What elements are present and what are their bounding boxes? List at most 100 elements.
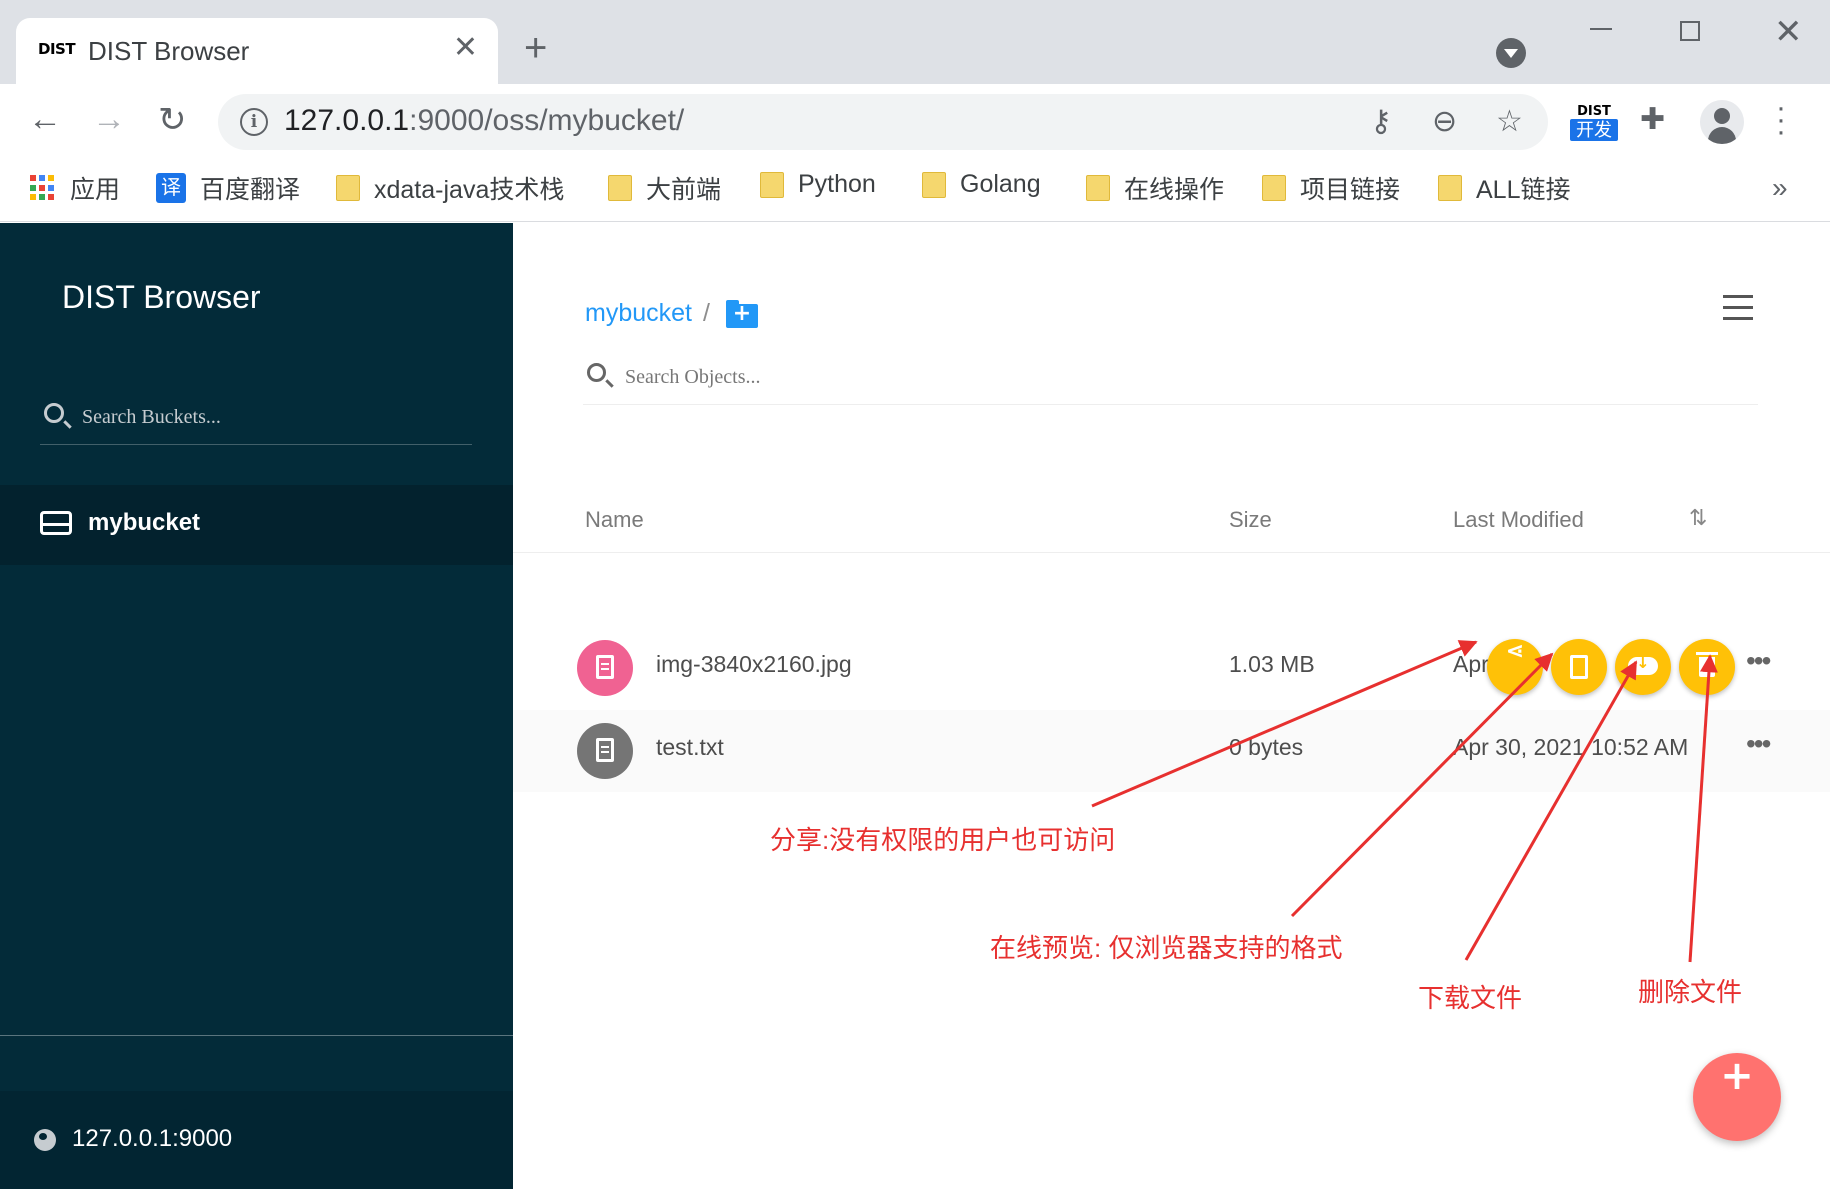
bucket-search-input[interactable] (80, 401, 460, 433)
bookmark-folder[interactable]: 大前端 (608, 170, 721, 206)
zoom-out-icon[interactable]: ⊖ (1432, 104, 1457, 139)
sidebar-item-label: mybucket (88, 509, 201, 536)
browser-toolbar: ← → ↻ i 127.0.0.1:9000/oss/mybucket/ ⚷ ⊖… (0, 84, 1830, 160)
browser-menu-icon[interactable]: · · · (1776, 93, 1786, 147)
dist-extension-icon[interactable]: DIST 开发 (1570, 104, 1618, 144)
bookmark-folder[interactable]: 项目链接 (1262, 170, 1400, 206)
table-row[interactable]: test.txt 0 bytes Apr 30, 2021 10:52 AM •… (513, 710, 1830, 792)
bookmark-label: ALL链接 (1476, 176, 1571, 204)
more-bookmarks-icon[interactable]: » (1772, 172, 1788, 204)
close-window-icon[interactable]: ✕ (1774, 12, 1803, 52)
bookmarks-bar: 应用 译 百度翻译 xdata-java技术栈 大前端 Python Golan… (0, 160, 1830, 222)
extensions-puzzle-icon[interactable]: ✚ (1640, 102, 1665, 137)
image-file-icon (577, 640, 633, 696)
breadcrumb-bucket[interactable]: mybucket (585, 299, 692, 328)
text-file-icon (577, 723, 633, 779)
table-row[interactable]: img-3840x2160.jpg 1.03 MB Apr ⋖ ••• (513, 627, 1830, 709)
close-tab-icon[interactable]: ✕ (453, 30, 478, 65)
upload-fab-button[interactable]: + (1693, 1053, 1781, 1141)
row-more-icon[interactable]: ••• (1746, 645, 1771, 677)
address-bar[interactable]: i 127.0.0.1:9000/oss/mybucket/ ⚷ ⊖ ☆ (218, 94, 1548, 150)
site-info-icon[interactable]: i (240, 108, 268, 136)
new-folder-icon[interactable] (726, 300, 758, 328)
sort-icon[interactable]: ⇅ (1689, 505, 1707, 531)
bookmark-baidu-translate[interactable]: 译 百度翻译 (156, 170, 300, 206)
breadcrumb-separator: / (703, 299, 710, 327)
folder-icon (1438, 175, 1462, 201)
bookmark-label: 应用 (70, 176, 121, 204)
back-arrow-icon[interactable]: ← (28, 100, 62, 139)
bookmark-star-icon[interactable]: ☆ (1496, 104, 1523, 139)
globe-icon (34, 1129, 56, 1151)
delete-callout: 删除文件 (1638, 977, 1743, 1007)
apps-grid-icon (30, 175, 56, 201)
tab-title: DIST Browser (88, 36, 250, 66)
bookmark-apps[interactable]: 应用 (30, 170, 120, 206)
object-browser: mybucket / Name Size Last Modified ⇅ img… (513, 223, 1830, 1189)
search-icon (587, 363, 606, 382)
download-callout: 下载文件 (1418, 983, 1523, 1013)
translate-icon: 译 (156, 173, 186, 203)
bookmark-folder[interactable]: Python (760, 170, 876, 199)
column-name[interactable]: Name (585, 507, 644, 533)
folder-icon (922, 171, 946, 198)
bookmark-folder[interactable]: Golang (922, 170, 1041, 199)
bookmark-label: Python (798, 170, 876, 198)
bookmark-label: xdata-java技术栈 (374, 176, 565, 204)
object-search (583, 353, 1758, 405)
url-path: :9000/oss/mybucket/ (409, 104, 685, 137)
download-icon (1628, 653, 1658, 675)
maximize-window-icon[interactable] (1680, 21, 1700, 41)
preview-icon (1570, 655, 1588, 679)
folder-icon (1262, 175, 1286, 201)
app-title: DIST Browser (62, 279, 261, 315)
download-button[interactable] (1615, 639, 1671, 695)
key-icon[interactable]: ⚷ (1370, 104, 1392, 139)
profile-avatar-icon[interactable] (1700, 100, 1744, 144)
plus-icon: + (1720, 1053, 1754, 1099)
share-icon: ⋖ (1505, 639, 1525, 664)
bookmark-folder[interactable]: ALL链接 (1438, 170, 1570, 206)
extension-label-top: DIST (1577, 104, 1611, 119)
file-size: 1.03 MB (1229, 651, 1315, 677)
object-search-input[interactable] (623, 361, 1523, 393)
sidebar-item-mybucket[interactable]: mybucket (0, 485, 513, 565)
bookmark-label: 项目链接 (1300, 176, 1401, 204)
column-last-modified[interactable]: Last Modified (1453, 507, 1584, 533)
sidebar: DIST Browser mybucket 127.0.0.1:9000 (0, 223, 513, 1189)
column-size[interactable]: Size (1229, 507, 1272, 533)
preview-callout: 在线预览: 仅浏览器支持的格式 (990, 933, 1343, 963)
url-host: 127.0.0.1 (284, 104, 410, 137)
bookmark-folder[interactable]: xdata-java技术栈 (336, 170, 564, 206)
sidebar-divider (0, 1035, 513, 1036)
tab-strip: DIST DIST Browser ✕ + ✕ (0, 0, 1830, 84)
delete-button[interactable] (1679, 639, 1735, 695)
share-button[interactable]: ⋖ (1487, 639, 1543, 695)
file-name: test.txt (656, 734, 724, 760)
drive-icon (40, 511, 72, 535)
search-icon (44, 403, 64, 423)
bucket-search (40, 393, 472, 445)
minimize-window-icon[interactable] (1590, 28, 1612, 30)
row-more-icon[interactable]: ••• (1746, 728, 1771, 760)
folder-icon (336, 175, 360, 201)
folder-icon (760, 171, 784, 198)
folder-icon (1086, 175, 1110, 201)
tab-search-icon[interactable] (1496, 38, 1526, 68)
browser-tab[interactable]: DIST DIST Browser ✕ (16, 18, 498, 84)
bookmark-label: Golang (960, 170, 1041, 198)
reload-icon[interactable]: ↻ (158, 100, 187, 140)
menu-hamburger-icon[interactable] (1723, 295, 1753, 321)
preview-button[interactable] (1551, 639, 1607, 695)
extension-label-bottom: 开发 (1570, 119, 1618, 141)
delete-icon (1696, 652, 1718, 677)
table-header: Name Size Last Modified ⇅ (513, 485, 1830, 553)
bookmark-label: 百度翻译 (200, 176, 301, 204)
forward-arrow-icon[interactable]: → (92, 100, 126, 139)
bookmark-folder[interactable]: 在线操作 (1086, 170, 1224, 206)
url-text[interactable]: 127.0.0.1:9000/oss/mybucket/ (284, 104, 684, 138)
file-size: 0 bytes (1229, 734, 1304, 760)
file-modified: Apr 30, 2021 10:52 AM (1453, 734, 1689, 760)
new-tab-button[interactable]: + (524, 28, 547, 68)
server-host: 127.0.0.1:9000 (72, 1125, 233, 1152)
